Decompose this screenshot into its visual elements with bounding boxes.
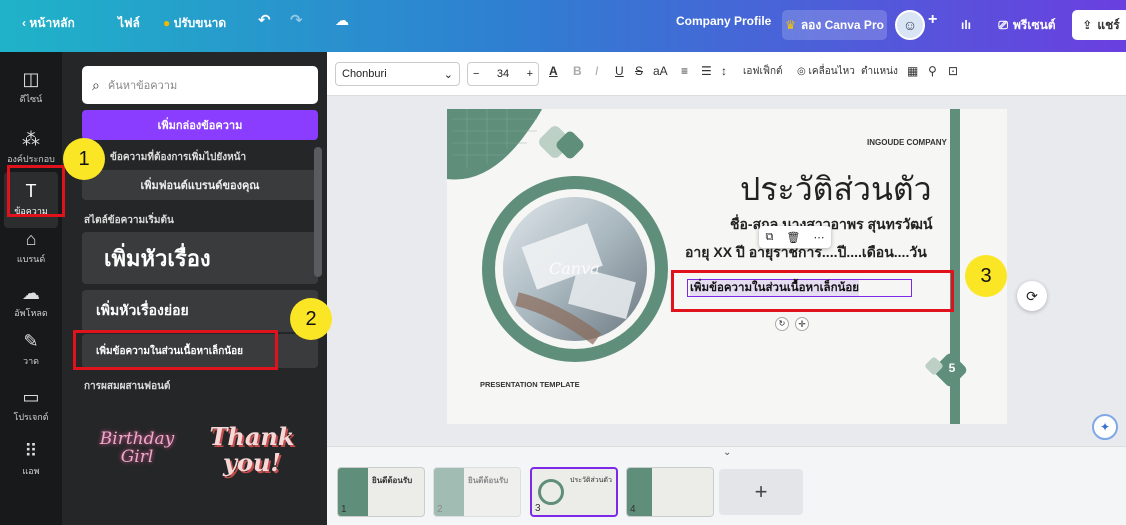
crown-icon: ● — [163, 16, 171, 30]
font-size-stepper[interactable]: −34 + — [467, 62, 539, 86]
search-input[interactable]: ⌕ ค้นหาข้อความ — [82, 66, 318, 104]
position-button[interactable]: ตำแหน่ง — [861, 64, 898, 79]
add-brand-font-button[interactable]: เพิ่มฟอนต์แบรนด์ของคุณ — [82, 170, 318, 200]
apps-icon: ⠿ — [24, 441, 38, 461]
highlight-text-tab — [7, 165, 65, 217]
magic-button[interactable]: ✦ — [1092, 414, 1118, 440]
animate-icon: ◎ — [797, 66, 806, 77]
rail-item-draw[interactable]: ✎ วาด — [4, 322, 58, 378]
highlight-selected-text — [671, 270, 954, 312]
plus-icon[interactable]: + — [527, 68, 533, 80]
rail-item-projects[interactable]: ▭ โปรเจกต์ — [4, 378, 58, 434]
font-combo-birthday[interactable]: Birthday Girl — [92, 430, 182, 466]
page-thumbnail[interactable]: ยินดีต้อนรับ 2 — [433, 467, 521, 517]
default-styles-heading: สไตล์ข้อความเริ่มต้น — [84, 215, 174, 226]
font-combo-thank-you[interactable]: Thank you! — [202, 424, 302, 476]
delete-icon[interactable]: 🗑 — [786, 231, 800, 244]
cloud-saved-icon[interactable]: ☁ — [335, 12, 349, 29]
sparkle-icon: ✦ — [1099, 420, 1111, 434]
top-bar: ‹ หน้าหลัก ไฟล์ ● ปรับขนาด ↶ ↷ ☁ Company… — [0, 0, 1126, 52]
rotate-handle[interactable]: ↻ — [775, 317, 789, 331]
draw-icon: ✎ — [23, 331, 39, 351]
rail-item-design[interactable]: ◫ ดีไซน์ — [4, 60, 58, 116]
spacing-icon[interactable]: ↕ — [721, 64, 727, 78]
chevron-down-icon: ⌄ — [443, 68, 453, 81]
step-marker: 3 — [965, 255, 1007, 297]
avatar[interactable]: ☺ — [895, 10, 925, 40]
user-icon: ☺ — [902, 17, 918, 33]
font-combos-heading: การผสมผสานฟอนต์ — [84, 381, 171, 392]
minus-icon[interactable]: − — [473, 68, 479, 80]
more-icon[interactable]: ⋯ — [813, 231, 824, 244]
layout-icon: ◫ — [22, 69, 40, 89]
effects-button[interactable]: เอฟเฟ็กต์ — [743, 64, 783, 79]
rail-item-apps[interactable]: ⠿ แอพ — [4, 432, 58, 488]
selection-context-toolbar: ⧉ 🗑 ⋯ — [759, 226, 831, 248]
thumb-shape — [538, 479, 564, 505]
pages-strip: ⌄ ยินดีต้อนรับ 1 ยินดีต้อนรับ 2 ประวัติส… — [327, 446, 1126, 525]
comment-button[interactable]: ⟳ — [1017, 281, 1047, 311]
slide[interactable]: Canva INGOUDE COMPANY ประวัติส่วนตัว ชื่… — [447, 109, 1007, 424]
insights-icon[interactable]: ılı — [953, 10, 979, 40]
resize-button[interactable]: ● ปรับขนาด — [163, 14, 226, 33]
brand-icon: ⌂ — [25, 229, 37, 249]
step-marker: 1 — [63, 138, 105, 180]
highlight-body-text-button — [73, 330, 278, 370]
redo-icon[interactable]: ↷ — [290, 11, 303, 29]
duplicate-icon[interactable]: ⧉ — [766, 231, 774, 244]
folder-icon: ▭ — [22, 387, 40, 407]
present-button[interactable]: ⎚ พรีเซนต์ — [992, 10, 1062, 40]
list-icon[interactable]: ☰ — [701, 64, 712, 78]
copy-style-icon[interactable]: ⚲ — [928, 64, 937, 78]
add-member-icon[interactable]: + — [928, 11, 937, 29]
corner-shape — [447, 109, 542, 180]
add-textbox-button[interactable]: เพิ่มกล่องข้อความ — [82, 110, 318, 140]
photo-watermark: Canva — [549, 259, 600, 278]
add-heading-button[interactable]: เพิ่มหัวเรื่อง — [82, 232, 318, 284]
editor-toolbar: Chonburi ⌄ −34 + A B I U S aA ≡ ☰ ↕ เอฟเฟ็… — [327, 52, 1126, 96]
align-icon[interactable]: ≡ — [681, 64, 688, 78]
file-menu[interactable]: ไฟล์ — [118, 14, 140, 33]
elements-icon: ⁂ — [22, 129, 40, 149]
add-subheading-button[interactable]: เพิ่มหัวเรื่องย่อย — [82, 290, 318, 332]
page-thumbnail[interactable]: ยินดีต้อนรับ 1 — [337, 467, 425, 517]
back-button[interactable]: ‹ หน้าหลัก — [22, 14, 75, 33]
company-name: INGOUDE COMPANY — [867, 138, 947, 147]
search-icon: ⌕ — [92, 76, 100, 93]
undo-icon[interactable]: ↶ — [258, 11, 271, 29]
slide-graphics — [447, 109, 967, 424]
add-page-button[interactable]: + — [719, 469, 803, 515]
panel-scrollbar[interactable] — [314, 147, 322, 277]
page-number: 5 — [948, 361, 956, 375]
animate-button[interactable]: ◎ เคลื่อนไหว — [797, 64, 855, 79]
share-icon: ⇪ — [1082, 18, 1093, 32]
slide-title[interactable]: ประวัติส่วนตัว — [740, 164, 932, 215]
bold-icon[interactable]: B — [573, 64, 582, 78]
collapse-pages-icon[interactable]: ⌄ — [723, 447, 731, 458]
rail-item-brand[interactable]: ⌂ แบรนด์ — [4, 220, 58, 276]
upload-icon: ☁ — [22, 283, 40, 303]
transparency-icon[interactable]: ▦ — [907, 64, 918, 78]
comment-icon: ⟳ — [1026, 288, 1038, 304]
font-selector[interactable]: Chonburi ⌄ — [335, 62, 460, 86]
move-handle[interactable]: ✛ — [795, 317, 809, 331]
crown-icon: ♛ — [785, 18, 796, 32]
case-icon[interactable]: aA — [653, 64, 668, 78]
document-title[interactable]: Company Profile — [676, 14, 771, 28]
brand-note: ข้อความที่ต้องการเพิ่มไปยังหน้า — [110, 152, 247, 163]
present-icon: ⎚ — [998, 17, 1008, 32]
step-marker: 2 — [290, 298, 332, 340]
italic-icon[interactable]: I — [595, 64, 598, 78]
template-label: PRESENTATION TEMPLATE — [480, 380, 580, 389]
left-rail: ◫ ดีไซน์ ⁂ องค์ประกอบ T ข้อความ ⌂ แบรนด์ ☁ อั… — [0, 52, 62, 525]
share-button[interactable]: ⇪ แชร์ — [1072, 10, 1126, 40]
try-pro-button[interactable]: ♛ ลอง Canva Pro — [782, 10, 887, 40]
strikethrough-icon[interactable]: S — [635, 64, 643, 78]
lock-icon[interactable]: ⊡ — [948, 64, 958, 78]
text-panel: ⌕ ค้นหาข้อความ เพิ่มกล่องข้อความ ข้อความท… — [62, 52, 327, 525]
text-color-icon[interactable]: A — [549, 64, 558, 78]
page-thumbnail-active[interactable]: ประวัติส่วนตัว 3 — [530, 467, 618, 517]
underline-icon[interactable]: U — [615, 64, 624, 78]
page-thumbnail[interactable]: 4 — [626, 467, 714, 517]
